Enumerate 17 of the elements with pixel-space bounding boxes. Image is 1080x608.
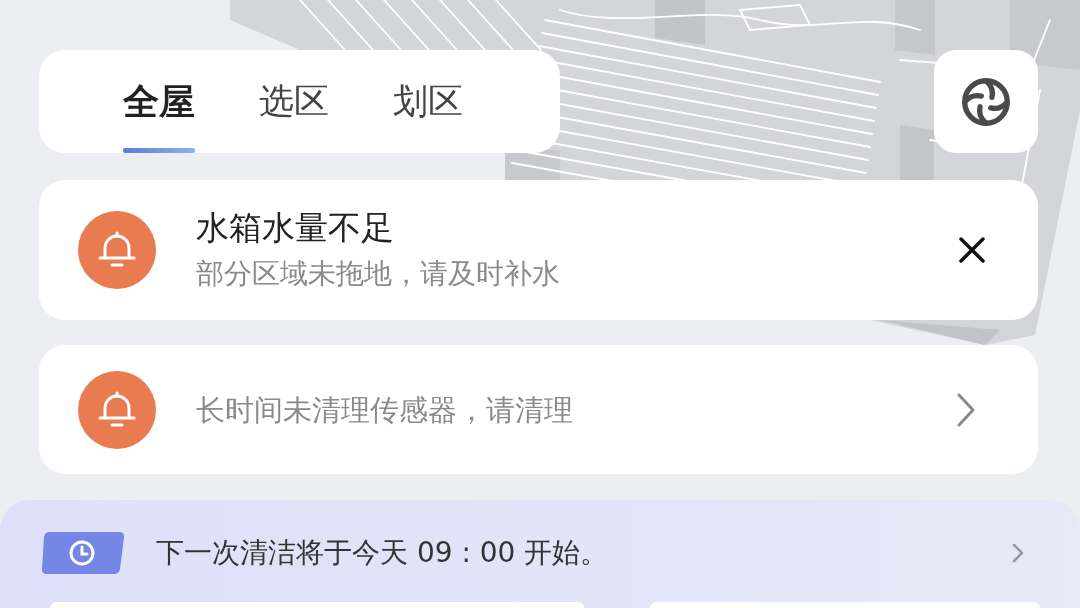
notification-message: 长时间未清理传感器，请清理 xyxy=(196,391,574,429)
chevron-icon xyxy=(956,391,976,428)
bell-icon xyxy=(78,370,156,449)
tab[interactable]: 全屋 xyxy=(123,50,195,153)
notification-message: 部分区域未拖地，请及时补水 xyxy=(196,256,561,292)
swirl-icon xyxy=(960,75,1012,128)
chevron-icon xyxy=(1012,543,1024,563)
schedule-text: 下一次清洁将于今天 09 : 00 开始。 xyxy=(156,535,610,571)
swirl-button[interactable] xyxy=(934,50,1038,153)
bell-icon xyxy=(78,211,156,289)
close-button[interactable] xyxy=(958,236,986,264)
tab[interactable]: 划区 xyxy=(393,50,463,153)
clock-icon xyxy=(42,532,124,574)
notification-title: 水箱水量不足 xyxy=(196,208,395,248)
schedule-banner[interactable]: 下一次清洁将于今天 09 : 00 开始。 xyxy=(0,500,1080,608)
close-icon xyxy=(958,236,986,264)
tab[interactable]: 选区 xyxy=(259,50,329,153)
